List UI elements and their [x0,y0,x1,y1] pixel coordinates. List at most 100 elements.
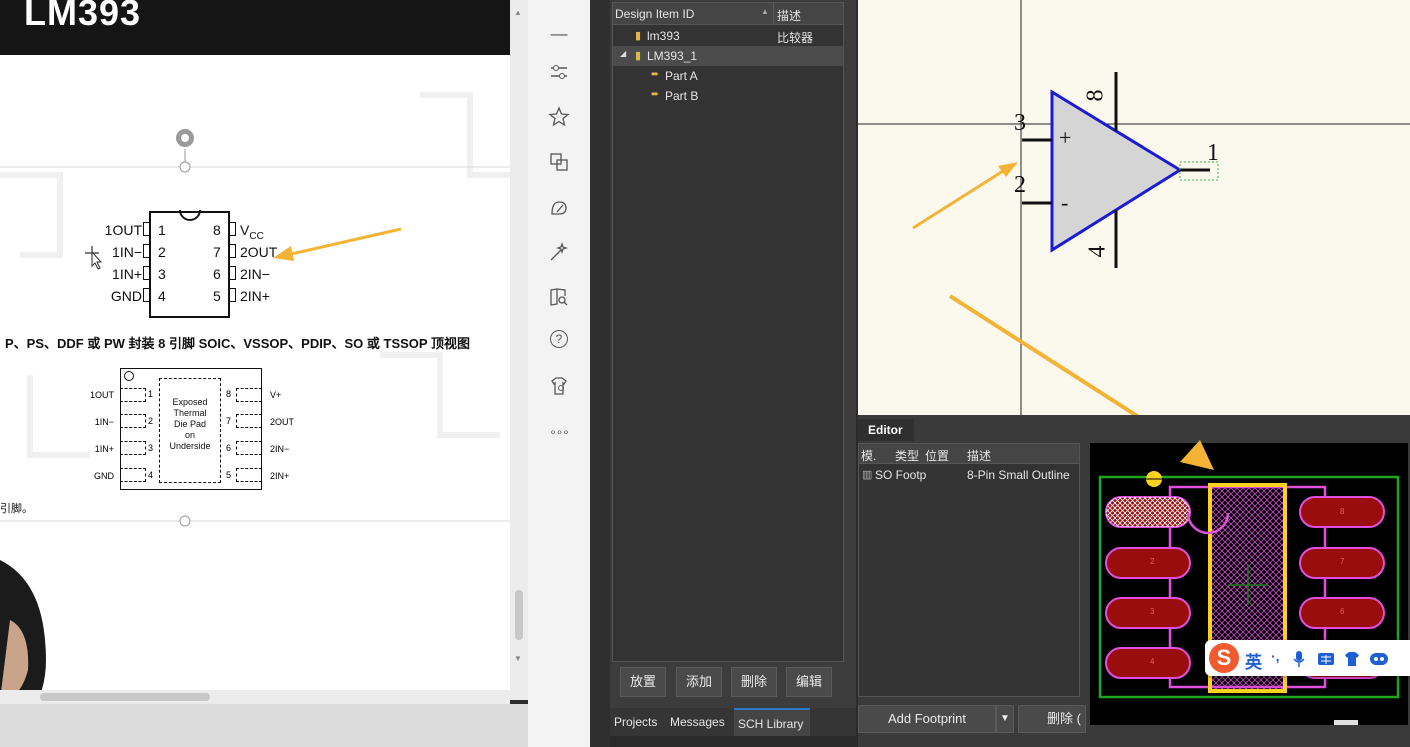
sch-library-panel: Design Item ID ▲ 描述 ▮ lm393 比较器 ◢ ▮ LM39… [610,0,856,747]
sort-up-icon[interactable]: ▲ [761,7,769,16]
add-footprint-dropdown[interactable]: ▼ [996,705,1014,733]
delete-button[interactable]: 删除 [731,667,777,697]
more-apps-icon[interactable] [1369,651,1389,667]
item-desc: 比较器 [777,31,814,45]
add-footprint-button[interactable]: Add Footprint [858,705,996,733]
arrowhead [1180,440,1214,470]
scroll-thumb-h[interactable] [40,693,210,701]
column-header-desc[interactable]: 描述 [967,447,991,464]
pad-number: 3 [1150,607,1155,616]
help-icon[interactable]: ? [550,330,568,348]
model-list-header: 模. 类型 位置 描述 [859,444,1079,464]
pin-label: 2OUT [270,417,295,427]
right-pin-stubs [229,222,236,312]
scroll-up-arrow-icon[interactable]: ▲ [514,8,522,17]
expand-icon[interactable]: ◢ [620,49,626,58]
pad-number: 4 [1150,657,1155,666]
editor-panel: Editor 模. 类型 位置 描述 ▥ SO Footp 8-Pin Smal… [858,415,1410,747]
footprint-icon: ▥ [862,469,873,481]
small-right-pads [236,388,264,488]
pin-number: 4 [158,288,166,304]
pin-number: 6 [226,443,232,453]
shirt-search-icon[interactable] [547,374,571,398]
column-header-type[interactable]: 类型 [895,447,919,464]
minus-icon[interactable]: — [547,22,571,46]
pin-number: 4 [148,470,154,480]
exposed-pad-text: Exposed Thermal Die Pad on Underside [169,397,211,451]
punctuation-icon[interactable]: ·, [1271,648,1280,664]
sparkle-icon[interactable] [547,240,571,264]
pad-number: 7 [1340,557,1345,566]
footprint-preview[interactable]: 2 3 4 8 7 6 5 3D [1090,443,1408,725]
list-item[interactable]: ▮ lm393 比较器 [613,26,843,46]
place-button[interactable]: 放置 [620,667,666,697]
pin-number: 3 [158,266,166,282]
editor-tab[interactable]: Editor [858,419,914,441]
status-bar [610,736,856,747]
column-header-location[interactable]: 位置 [925,447,949,464]
pin-number-gnd: 4 [1084,245,1111,258]
horizontal-scrollbar[interactable] [0,690,510,704]
map-search-icon[interactable] [547,285,571,309]
ic-notch [179,210,201,221]
keyboard-icon[interactable] [1317,651,1335,667]
small-left-pads [120,388,148,488]
pin-number: 2 [158,244,166,260]
swap-icon[interactable] [547,150,571,174]
brush-icon[interactable] [547,196,571,220]
component-list: Design Item ID ▲ 描述 ▮ lm393 比较器 ◢ ▮ LM39… [612,2,844,662]
part-label: Part B [665,89,699,103]
sliders-icon[interactable] [547,60,571,84]
vertical-scrollbar[interactable]: ▲ ▼ [510,0,528,700]
part-icon: ➨ [651,89,660,100]
scroll-down-arrow-icon[interactable]: ▼ [514,654,522,663]
package-caption: P、PS、DDF 或 PW 封装 8 引脚 SOIC、VSSOP、PDIP、SO… [5,336,470,351]
pin-number-minus: 2 [1014,172,1026,198]
minus-sign: - [1061,190,1069,215]
ime-mode-label[interactable]: 英 [1245,648,1262,673]
pin-number: 5 [213,288,221,304]
pin-number-out: 1 [1207,140,1219,166]
view-3d-button[interactable]: 3D [1334,720,1358,725]
pin-label: GND [110,288,142,304]
pin-label: 2IN+ [270,471,290,481]
pad-number: 8 [1340,507,1345,516]
tool-rail: — ? ∘∘∘ [528,0,590,747]
tab-sch-library[interactable]: SCH Library [734,708,810,736]
pin-label: 2IN− [270,444,290,454]
pin-number-vcc: 8 [1082,89,1109,102]
tab-projects[interactable]: Projects [610,708,661,736]
tab-messages[interactable]: Messages [666,708,729,736]
model-desc: 8-Pin Small Outline [967,468,1070,482]
schematic-canvas[interactable]: 3 2 1 8 4 + - [858,0,1410,415]
item-id: lm393 [647,29,680,43]
sogou-logo-icon[interactable]: S [1209,643,1239,673]
list-item-selected[interactable]: ◢ ▮ LM393_1 [613,46,843,66]
column-header-model[interactable]: 模. [861,447,876,464]
pin-label: 2IN− [240,266,270,282]
skin-icon[interactable] [1343,650,1361,668]
model-row[interactable]: ▥ SO Footp 8-Pin Small Outline [859,465,1079,485]
part-item[interactable]: ➨ Part A [613,66,843,86]
part-item[interactable]: ➨ Part B [613,86,843,106]
more-icon[interactable]: ∘∘∘ [547,420,571,444]
page-title: LM393 [24,0,142,33]
scroll-thumb[interactable] [515,590,523,640]
delete-footprint-button[interactable]: 删除 ( [1018,705,1086,733]
plus-sign: + [1059,125,1072,150]
pin-label: 1OUT [89,390,114,400]
edit-button[interactable]: 编辑 [786,667,832,697]
column-header-desc[interactable]: 描述 [777,7,801,24]
panel-tabs: Projects Messages SCH Library [610,708,856,736]
pin-label: V+ [270,390,282,400]
pin-label: 2IN+ [240,288,270,304]
star-icon[interactable] [547,105,571,129]
pin-label: 1IN− [94,417,114,427]
pin-number: 8 [226,389,232,399]
add-button[interactable]: 添加 [676,667,722,697]
microphone-icon[interactable] [1291,650,1307,668]
column-header-id[interactable]: Design Item ID [615,7,694,21]
pin-number: 1 [158,222,166,238]
ime-toolbar[interactable]: S 英 ·, [1205,640,1410,676]
panel-gap [590,0,610,747]
